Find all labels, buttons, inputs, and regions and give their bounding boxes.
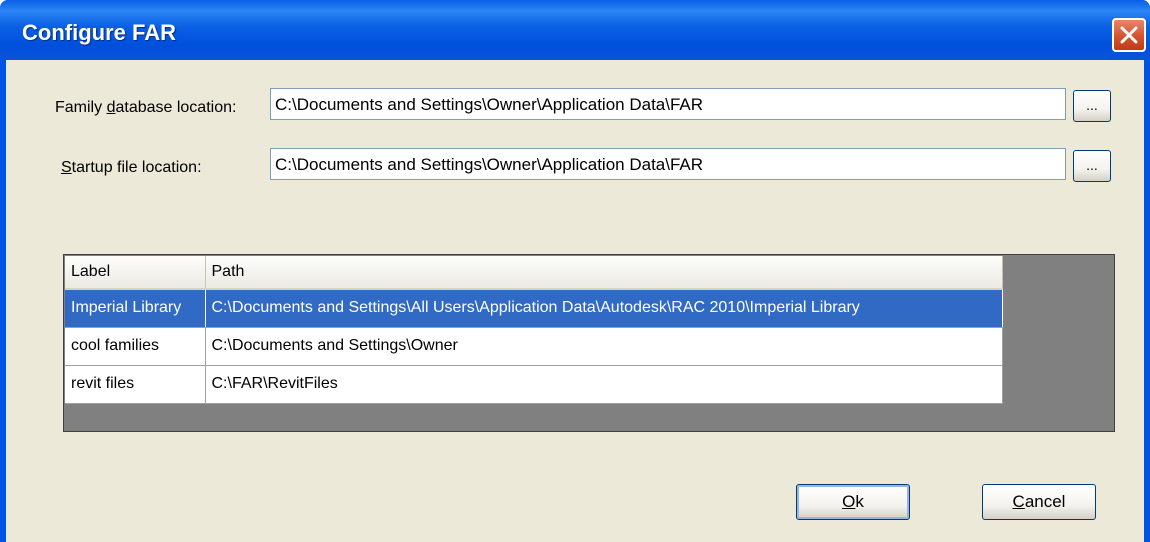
configure-far-dialog: Configure FAR Family database location: … <box>0 0 1150 542</box>
column-header-path[interactable]: Path <box>205 256 1003 290</box>
row-label-cell[interactable]: Imperial Library <box>65 289 206 328</box>
window-title: Configure FAR <box>22 20 176 45</box>
row-path-cell[interactable]: C:\Documents and Settings\Owner <box>205 327 1003 366</box>
column-header-label[interactable]: Label <box>65 256 206 290</box>
library-paths-table: Label Path Imperial Library C:\Documents… <box>65 256 1003 404</box>
table-row[interactable]: Imperial Library C:\Documents and Settin… <box>65 289 1003 328</box>
ok-button[interactable]: Ok <box>796 484 910 520</box>
family-database-location-label: Family database location: <box>55 99 237 116</box>
cancel-button[interactable]: Cancel <box>982 484 1096 520</box>
library-paths-grid[interactable]: Label Path Imperial Library C:\Documents… <box>63 254 1115 432</box>
family-database-location-input[interactable]: C:\Documents and Settings\Owner\Applicat… <box>270 88 1066 120</box>
row-label-cell[interactable]: revit files <box>65 365 206 404</box>
table-row[interactable]: cool families C:\Documents and Settings\… <box>65 327 1003 366</box>
row-path-cell[interactable]: C:\Documents and Settings\All Users\Appl… <box>205 289 1003 328</box>
startup-file-browse-button[interactable]: ... <box>1073 150 1111 182</box>
dialog-client-area: Family database location: C:\Documents a… <box>6 60 1144 542</box>
close-x-icon <box>1120 26 1138 44</box>
close-button[interactable] <box>1112 18 1146 52</box>
startup-file-location-input[interactable]: C:\Documents and Settings\Owner\Applicat… <box>270 148 1066 180</box>
row-path-cell[interactable]: C:\FAR\RevitFiles <box>205 365 1003 404</box>
startup-file-location-label: Startup file location: <box>61 159 202 176</box>
row-label-cell[interactable]: cool families <box>65 327 206 366</box>
table-row[interactable]: revit files C:\FAR\RevitFiles <box>65 365 1003 404</box>
family-database-browse-button[interactable]: ... <box>1073 90 1111 122</box>
title-bar[interactable]: Configure FAR <box>0 0 1150 60</box>
